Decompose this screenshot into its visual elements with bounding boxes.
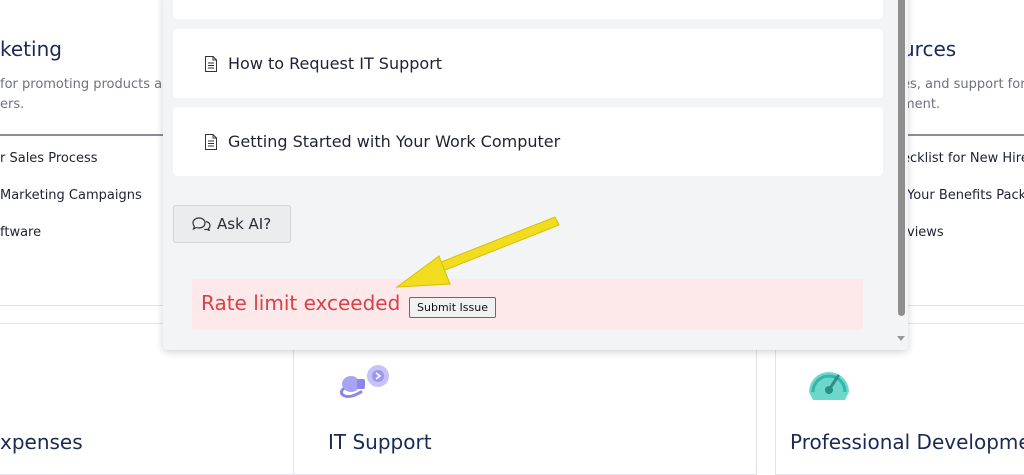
submit-issue-button[interactable]: Submit Issue xyxy=(409,297,496,318)
marketing-link[interactable]: ftware xyxy=(0,225,41,240)
human-resources-description: es, and support for e ment. xyxy=(902,75,1024,115)
document-icon xyxy=(205,133,217,150)
scroll-down-arrow-icon[interactable] xyxy=(897,336,905,341)
scrollbar-thumb[interactable] xyxy=(898,0,905,316)
document-icon xyxy=(205,55,217,72)
article-item[interactable] xyxy=(173,0,883,19)
article-label: How to Request IT Support xyxy=(228,54,443,73)
marketing-description: for promoting products and ers. xyxy=(0,75,179,115)
it-support-title[interactable]: IT Support xyxy=(328,430,432,454)
ask-ai-button[interactable]: Ask AI? xyxy=(173,205,291,243)
marketing-divider xyxy=(0,134,166,136)
human-resources-link[interactable]: Your Benefits Packa xyxy=(907,188,1024,203)
plug-icon xyxy=(339,365,389,398)
gauge-icon xyxy=(809,372,849,400)
marketing-description-line: for promoting products and xyxy=(0,77,179,92)
article-label: Getting Started with Your Work Computer xyxy=(228,132,561,151)
yellow-arrow-icon xyxy=(395,216,560,288)
marketing-title[interactable]: keting xyxy=(0,37,62,61)
human-resources-description-line: ment. xyxy=(902,97,941,112)
ask-ai-label: Ask AI? xyxy=(217,215,272,233)
article-item[interactable]: How to Request IT Support xyxy=(173,29,883,98)
error-message: Rate limit exceeded xyxy=(201,291,401,315)
professional-development-title[interactable]: Professional Developmen xyxy=(790,430,1024,454)
human-resources-divider xyxy=(906,134,1024,136)
human-resources-link[interactable]: ecklist for New Hire xyxy=(902,151,1024,166)
human-resources-link[interactable]: views xyxy=(907,225,944,240)
human-resources-description-line: es, and support for e xyxy=(902,77,1024,92)
marketing-description-line: ers. xyxy=(0,97,25,112)
marketing-link[interactable]: r Sales Process xyxy=(0,151,98,166)
modal-scrollbar[interactable] xyxy=(894,0,908,350)
marketing-link[interactable]: Marketing Campaigns xyxy=(0,188,142,203)
chat-bubbles-icon xyxy=(192,217,211,231)
human-resources-title[interactable]: urces xyxy=(902,37,956,61)
expenses-title[interactable]: xpenses xyxy=(0,430,83,454)
article-item[interactable]: Getting Started with Your Work Computer xyxy=(173,107,883,176)
